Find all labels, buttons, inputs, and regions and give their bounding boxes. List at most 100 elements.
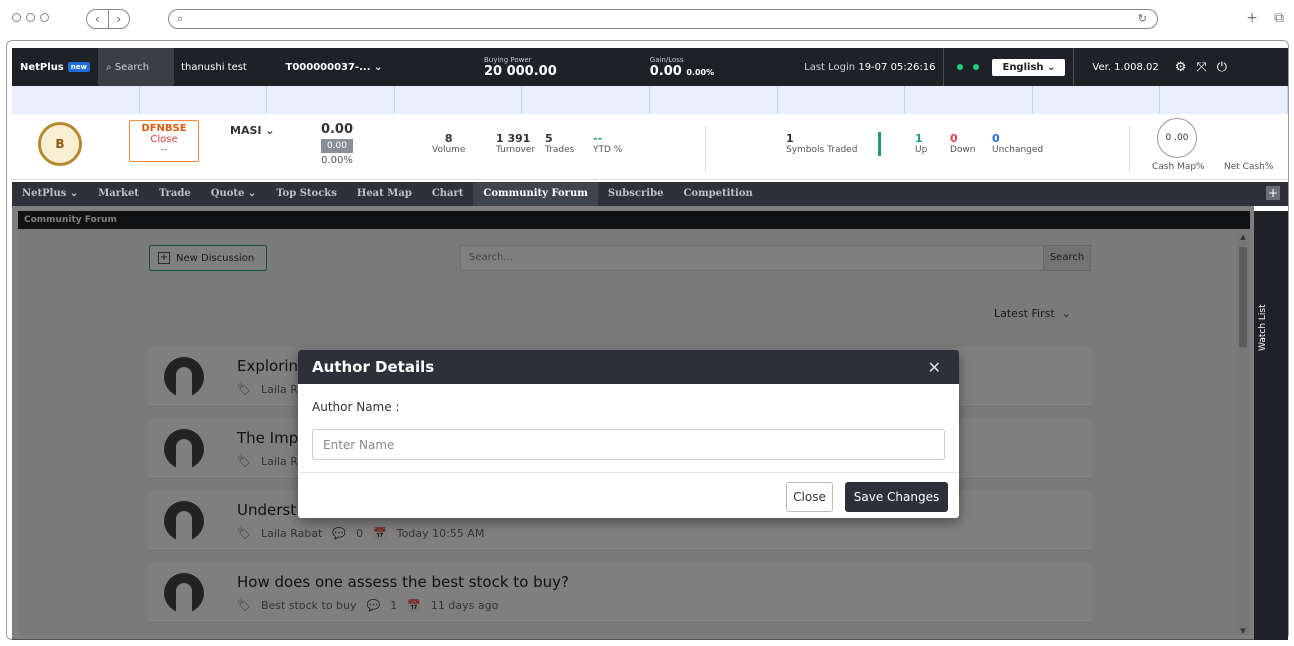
window-dot[interactable] xyxy=(26,13,35,22)
chevron-down-icon: ⌄ xyxy=(374,61,383,73)
author-name-input[interactable]: Enter Name xyxy=(312,429,945,460)
modal-header: Author Details ✕ xyxy=(298,350,959,384)
language-selector[interactable]: English ⌄ xyxy=(992,58,1066,76)
nav-subscribe[interactable]: Subscribe xyxy=(598,182,674,206)
market-code: DFNBSE xyxy=(141,123,187,134)
reload-icon[interactable]: ↻ xyxy=(1138,12,1147,25)
gain-loss-value: 0.00 xyxy=(649,63,682,79)
watch-list-label: Watch List xyxy=(1258,304,1268,351)
close-icon[interactable]: ✕ xyxy=(928,358,941,377)
stat-value: 8 xyxy=(444,132,453,145)
stat-up: 1 Up xyxy=(915,132,927,155)
stat-label: Unchanged xyxy=(992,145,1044,155)
search-label: Search xyxy=(114,61,150,73)
stat-label: Symbols Traded xyxy=(786,145,858,155)
stat-unchanged: 0 Unchanged xyxy=(992,132,1043,155)
stat-value: -- xyxy=(593,132,603,145)
divider xyxy=(1073,48,1075,86)
stat-down: 0 Down xyxy=(950,132,976,155)
language-label: English xyxy=(1002,61,1044,73)
net-cash-label: Net Cash% xyxy=(1224,162,1274,172)
buying-power-value: 20 000.00 xyxy=(483,63,557,79)
index-pct: 0.00% xyxy=(321,155,353,166)
power-icon[interactable]: ⏻ xyxy=(1217,60,1227,75)
author-details-modal: Author Details ✕ Author Name : Enter Nam… xyxy=(298,350,959,518)
index-change: 0.00 xyxy=(320,139,354,153)
stat-value: 0 xyxy=(950,132,958,145)
stat-label: Volume xyxy=(432,145,466,155)
top-icons: ⚙ ⤧ ⏻ xyxy=(1175,60,1227,75)
user-name: thanushi test xyxy=(181,61,247,73)
watch-list-panel[interactable]: Watch List xyxy=(1254,211,1288,640)
gain-loss-pct: 0.00% xyxy=(686,67,715,77)
nav-top-stocks[interactable]: Top Stocks xyxy=(266,182,347,206)
stat-value: 1 xyxy=(786,132,794,145)
brand-name: NetPlus xyxy=(20,61,64,73)
market-sub: -- xyxy=(160,145,168,155)
index-name: MASI xyxy=(230,124,262,137)
ticker-strip xyxy=(12,86,1288,114)
search-icon: ⌕ xyxy=(105,61,115,73)
nav-quote[interactable]: Quote ⌄ xyxy=(201,182,267,206)
address-bar[interactable]: ⌕ ↻ xyxy=(168,9,1158,29)
main-nav: NetPlus ⌄ Market Trade Quote ⌄ Top Stock… xyxy=(12,182,1288,206)
nav-heat-map[interactable]: Heat Map xyxy=(347,182,422,206)
search-icon: ⌕ xyxy=(177,12,184,25)
divider xyxy=(943,48,945,86)
window-controls[interactable] xyxy=(12,13,49,22)
market-status-box[interactable]: DFNBSE Close -- xyxy=(129,120,199,162)
window-dot[interactable] xyxy=(12,13,21,22)
stat-value: 1 xyxy=(915,132,923,145)
stat-turnover: 1 391 Turnover xyxy=(496,132,535,155)
net-cash: Net Cash% xyxy=(1224,162,1273,172)
divider xyxy=(1129,126,1130,172)
cash-map: Cash Map% xyxy=(1152,162,1205,172)
forward-icon[interactable]: › xyxy=(109,10,130,28)
nav-trade[interactable]: Trade xyxy=(149,182,201,206)
close-button[interactable]: Close xyxy=(786,482,833,512)
tabs-icon[interactable]: ⧉ xyxy=(1274,10,1284,26)
nav-community-forum[interactable]: Community Forum xyxy=(473,182,598,206)
last-login: Last Login 19-07 05:26:16 xyxy=(804,62,935,73)
modal-title: Author Details xyxy=(312,358,435,376)
nav-netplus[interactable]: NetPlus ⌄ xyxy=(12,182,88,206)
fullscreen-icon[interactable]: ⤧ xyxy=(1196,60,1206,75)
stat-value: 0 xyxy=(992,132,1000,145)
back-icon[interactable]: ‹ xyxy=(87,10,109,28)
gear-icon[interactable]: ⚙ xyxy=(1175,60,1187,75)
stat-label: Up xyxy=(915,145,928,155)
exchange-logo: B xyxy=(38,122,82,166)
nav-chart[interactable]: Chart xyxy=(422,182,474,206)
stat-ytd: -- YTD % xyxy=(593,132,622,155)
advance-bar xyxy=(878,132,881,156)
modal-footer: Close Save Changes xyxy=(298,472,959,518)
stat-label: Down xyxy=(950,145,976,155)
version-label: Ver. 1.008.02 xyxy=(1092,61,1159,73)
connection-status-icon xyxy=(957,64,964,70)
stat-symbols-traded: 1 Symbols Traded xyxy=(786,132,857,155)
buying-power-label: Buying Power xyxy=(483,55,532,64)
brand[interactable]: NetPlus new xyxy=(12,62,98,73)
index-selector[interactable]: MASI ⌄ xyxy=(230,124,275,137)
global-search[interactable]: ⌕ Search xyxy=(97,48,174,86)
add-icon[interactable]: + xyxy=(1266,186,1280,200)
nav-competition[interactable]: Competition xyxy=(673,182,762,206)
last-login-label: Last Login xyxy=(804,61,856,73)
new-tab-icon[interactable]: + xyxy=(1246,10,1258,26)
window-dot[interactable] xyxy=(40,13,49,22)
account-selector[interactable]: T000000037-... ⌄ xyxy=(254,62,414,73)
cash-map-label: Cash Map% xyxy=(1152,162,1205,172)
browser-nav: ‹ › xyxy=(86,9,130,29)
index-panel: B DFNBSE Close -- MASI ⌄ 0.00 0.00 0.00%… xyxy=(12,114,1288,180)
stat-volume: 8 Volume xyxy=(432,132,465,155)
save-changes-button[interactable]: Save Changes xyxy=(845,482,948,512)
top-bar: NetPlus new ⌕ Search thanushi test T0000… xyxy=(12,48,1288,86)
stat-label: Turnover xyxy=(496,145,536,155)
stat-label: Trades xyxy=(545,145,575,155)
index-value-block: 0.00 0.00 0.00% xyxy=(302,122,372,166)
divider xyxy=(705,126,706,172)
gain-loss: Gain/Loss 0.00 0.00% xyxy=(650,56,714,79)
nav-market[interactable]: Market xyxy=(88,182,149,206)
market-status: Close xyxy=(150,134,178,145)
gain-loss-label: Gain/Loss xyxy=(649,55,684,64)
